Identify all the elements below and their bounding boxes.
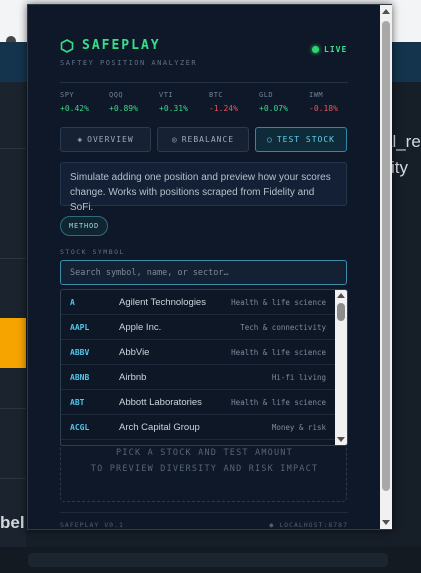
hexagon-logo-icon [60, 39, 74, 53]
scrollbar-thumb[interactable] [337, 303, 345, 321]
method-button[interactable]: METHOD [60, 216, 108, 236]
info-description: Simulate adding one position and preview… [60, 162, 347, 213]
suggestion-item[interactable]: ABBV AbbVie Health & life science [61, 340, 335, 365]
tab-overview[interactable]: ◈ OVERVIEW [60, 127, 151, 152]
app-title: SAFEPLAY [82, 38, 161, 53]
suggestion-symbol: ABT [70, 398, 85, 407]
ticker-spy: SPY +0.42% [60, 91, 89, 113]
tab-label: TEST STOCK [276, 135, 335, 144]
stock-search-input[interactable] [60, 260, 347, 285]
ticker-change: +0.42% [60, 104, 89, 113]
scrollbar-thumb[interactable] [382, 21, 390, 491]
scroll-up-arrow-icon[interactable] [382, 9, 390, 14]
background-divider [0, 408, 26, 409]
tab-label: REBALANCE [181, 135, 235, 144]
live-dot-icon [312, 46, 319, 53]
ticker-symbol: IWM [309, 91, 324, 99]
live-label: LIVE [324, 45, 348, 54]
scroll-down-arrow-icon[interactable] [382, 520, 390, 525]
tab-test-stock[interactable]: ○ TEST STOCK [255, 127, 347, 152]
scroll-up-arrow-icon[interactable] [337, 293, 345, 298]
ticker-change: +0.07% [259, 104, 288, 113]
tab-bar: ◈ OVERVIEW ◎ REBALANCE ○ TEST STOCK [60, 127, 348, 153]
scroll-down-arrow-icon[interactable] [337, 437, 345, 442]
ticker-gld: GLD +0.07% [259, 91, 288, 113]
safeplay-popup: SAFEPLAY SAFTEY POSITION ANALYZER LIVE S… [27, 4, 392, 530]
ticker-qqq: QQQ +0.89% [109, 91, 138, 113]
suggestion-name: Arch Capital Group [119, 422, 200, 433]
ticker-change: -0.18% [309, 104, 338, 113]
circle-dot-icon: ◎ [171, 135, 178, 144]
suggestion-sector: Health & life science [231, 348, 326, 357]
suggestion-item[interactable]: ABNB Airbnb Hi-fi living [61, 365, 335, 390]
suggestion-item[interactable]: ABT Abbott Laboratories Health & life sc… [61, 390, 335, 415]
empty-state-line2: TO PREVIEW DIVERSITY AND RISK IMPACT [90, 464, 319, 474]
background-divider [0, 258, 26, 259]
suggestion-symbol: ACGL [70, 423, 90, 432]
popup-footer: SAFEPLAY V0.1 ● LOCALHOST:8787 [60, 512, 348, 529]
ticker-symbol: BTC [209, 91, 224, 99]
suggestion-name: Airbnb [119, 372, 147, 383]
background-footer [0, 547, 421, 573]
ticker-btc: BTC -1.24% [209, 91, 238, 113]
suggestion-symbol: ABNB [70, 373, 90, 382]
dropdown-scrollbar[interactable] [335, 290, 347, 445]
suggestion-item[interactable]: A Agilent Technologies Health & life sci… [61, 290, 335, 315]
background-divider [0, 478, 26, 479]
suggestion-sector: Hi-fi living [271, 373, 326, 382]
host-status: ● LOCALHOST:8787 [269, 521, 348, 529]
background-text: ity [391, 158, 408, 177]
ticker-iwm: IWM -0.18% [309, 91, 338, 113]
background-highlight [0, 318, 26, 368]
background-text: bel [0, 513, 25, 532]
diamond-icon: ◈ [77, 135, 84, 144]
suggestion-symbol: AAPL [70, 323, 90, 332]
ticker-change: +0.89% [109, 104, 138, 113]
app-subtitle: SAFTEY POSITION ANALYZER [60, 59, 198, 67]
suggestion-sector: Money & risk [271, 423, 326, 432]
ticker-change: -1.24% [209, 104, 238, 113]
suggestion-sector: Health & life science [231, 298, 326, 307]
background-divider [0, 148, 26, 149]
ticker-symbol: QQQ [109, 91, 124, 99]
suggestion-name: Abbott Laboratories [119, 397, 202, 408]
suggestion-item[interactable]: ACGL Arch Capital Group Money & risk [61, 415, 335, 440]
suggestion-symbol: ABBV [70, 348, 90, 357]
market-tickers: SPY +0.42% QQQ +0.89% VTI +0.31% BTC -1.… [60, 91, 350, 121]
ticker-symbol: VTI [159, 91, 174, 99]
popup-content: SAFEPLAY SAFTEY POSITION ANALYZER LIVE S… [28, 5, 380, 529]
ticker-symbol: GLD [259, 91, 274, 99]
tab-rebalance[interactable]: ◎ REBALANCE [157, 127, 249, 152]
empty-state-line1: PICK A STOCK AND TEST AMOUNT [116, 448, 293, 458]
circle-icon: ○ [267, 135, 273, 144]
suggestion-name: Apple Inc. [119, 322, 162, 333]
ticker-change: +0.31% [159, 104, 188, 113]
tab-label: OVERVIEW [87, 135, 134, 144]
suggestion-name: Agilent Technologies [119, 297, 206, 308]
live-indicator: LIVE [312, 45, 347, 54]
suggestion-sector: Health & life science [231, 398, 326, 407]
version-label: SAFEPLAY V0.1 [60, 521, 124, 529]
ticker-vti: VTI +0.31% [159, 91, 188, 113]
suggestion-name: AbbVie [119, 347, 150, 358]
popup-scrollbar[interactable] [380, 5, 392, 529]
suggestion-symbol: A [70, 298, 75, 307]
suggestion-item[interactable]: AAPL Apple Inc. Tech & connectivity [61, 315, 335, 340]
ticker-symbol: SPY [60, 91, 75, 99]
symbol-suggestions-dropdown: A Agilent Technologies Health & life sci… [60, 289, 348, 446]
stock-symbol-label: STOCK SYMBOL [60, 248, 125, 256]
suggestion-sector: Tech & connectivity [240, 323, 326, 332]
popup-header: SAFEPLAY SAFTEY POSITION ANALYZER LIVE [60, 35, 348, 83]
